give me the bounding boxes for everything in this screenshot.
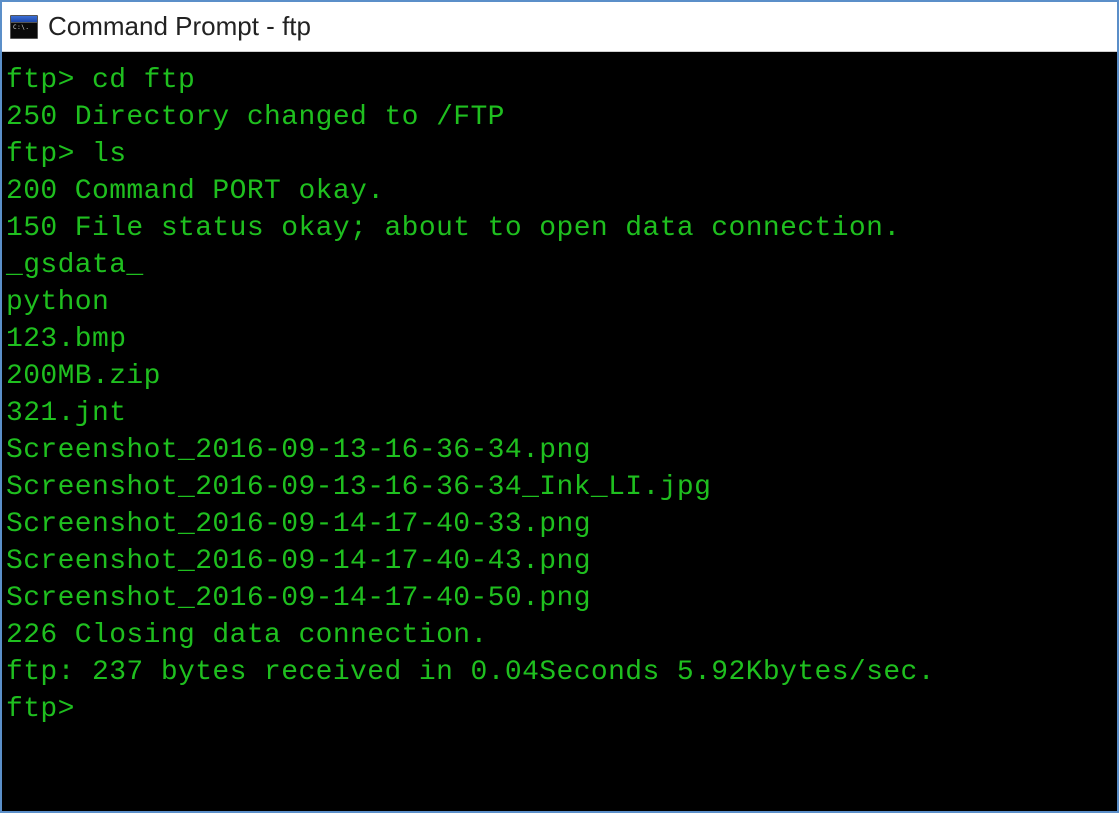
terminal-area[interactable]: ftp> cd ftp 250 Directory changed to /FT…: [2, 52, 1117, 811]
terminal-output: ftp> cd ftp 250 Directory changed to /FT…: [6, 62, 1113, 728]
cmd-icon: C:\.: [10, 15, 38, 39]
window-title: Command Prompt - ftp: [48, 11, 311, 42]
command-prompt-window: C:\. Command Prompt - ftp ftp> cd ftp 25…: [0, 0, 1119, 813]
titlebar[interactable]: C:\. Command Prompt - ftp: [2, 2, 1117, 52]
